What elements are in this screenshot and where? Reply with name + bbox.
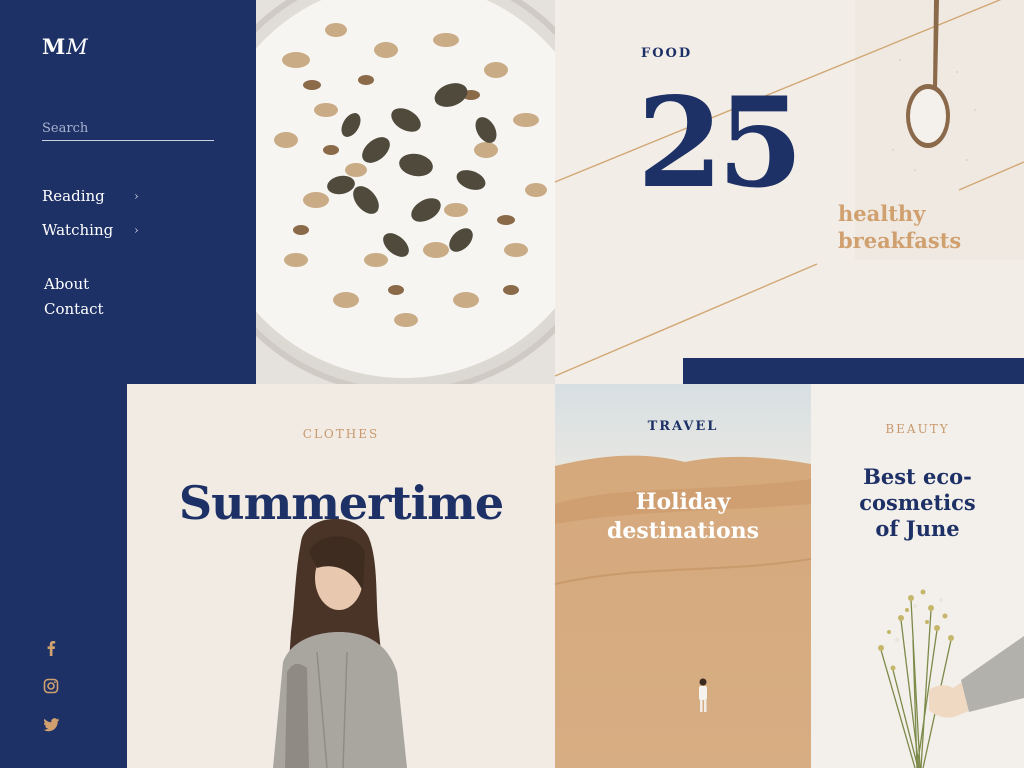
flower-bouquet-photo bbox=[878, 589, 1024, 768]
food-tag: FOOD bbox=[641, 46, 693, 61]
chevron-right-icon: › bbox=[134, 223, 139, 237]
beauty-title: Best eco- cosmetics of June bbox=[859, 464, 976, 541]
nav-item-watching[interactable]: Watching › bbox=[42, 221, 139, 239]
food-subtitle: healthy breakfasts bbox=[838, 201, 962, 253]
chevron-right-icon: › bbox=[134, 189, 139, 203]
nav-item-label: Watching bbox=[42, 221, 114, 239]
beauty-card[interactable]: BEAUTY Best eco- cosmetics of June bbox=[811, 384, 1024, 768]
accent-bar bbox=[683, 358, 1024, 384]
sidebar-lower bbox=[0, 384, 127, 768]
nav-item-label: Reading bbox=[42, 187, 105, 205]
nav-item-contact[interactable]: Contact bbox=[44, 300, 104, 318]
cereal-photo bbox=[256, 0, 555, 384]
twitter-icon[interactable] bbox=[42, 716, 60, 734]
travel-tag: TRAVEL bbox=[647, 419, 719, 434]
desert-photo bbox=[555, 384, 811, 768]
nav-item-about[interactable]: About bbox=[44, 275, 89, 293]
travel-card[interactable]: TRAVEL Holiday destinations bbox=[555, 384, 811, 768]
search-input[interactable] bbox=[42, 116, 214, 141]
clothes-tag: CLOTHES bbox=[302, 427, 380, 441]
clothes-card[interactable]: CLOTHES Summertime bbox=[127, 384, 555, 768]
food-card[interactable]: FOOD 25 healthy breakfasts bbox=[555, 0, 1024, 384]
nav-item-reading[interactable]: Reading › bbox=[42, 187, 139, 205]
travel-title: Holiday destinations bbox=[606, 489, 760, 544]
clothes-title: Summertime bbox=[178, 476, 504, 530]
facebook-icon[interactable] bbox=[42, 639, 60, 657]
instagram-icon[interactable] bbox=[42, 677, 60, 695]
logo[interactable]: MM bbox=[42, 34, 89, 59]
model-photo bbox=[273, 518, 407, 768]
beauty-tag: BEAUTY bbox=[885, 422, 950, 436]
food-number: 25 bbox=[637, 71, 804, 216]
